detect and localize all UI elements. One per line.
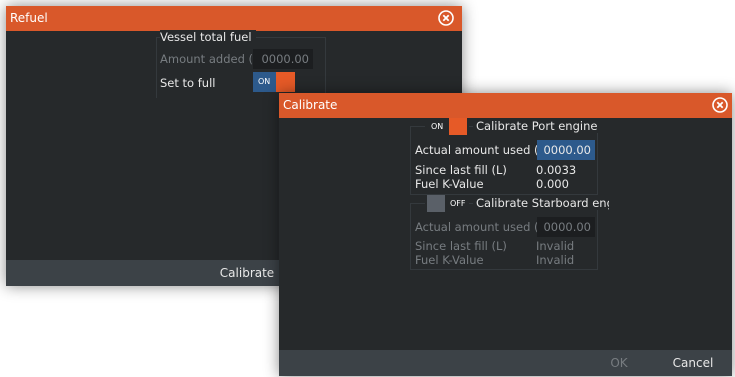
vessel-total-fuel-label: Vessel total fuel [160,30,256,44]
port-since-label: Since last fill (L) [415,163,507,177]
refuel-title: Refuel [10,11,48,25]
calibrate-title-bar: Calibrate [279,93,732,118]
amount-added-label: Amount added (L) [160,52,264,66]
set-to-full-toggle-state: ON [258,77,271,86]
calibrate-title: Calibrate [283,98,338,112]
close-icon[interactable] [438,10,454,26]
set-to-full-toggle-knob [276,72,295,92]
amount-added-field[interactable]: 0000.00 [253,49,313,69]
port-engine-label: Calibrate Port engine [473,119,601,133]
port-k-label: Fuel K-Value [415,177,484,191]
cancel-button[interactable]: Cancel [657,350,729,376]
starboard-k-value: Invalid [536,253,575,267]
calibrate-footer: OK Cancel [279,350,732,376]
port-actual-field[interactable]: 0000.00 [537,140,595,160]
port-actual-label: Actual amount used (L) [415,143,550,157]
starboard-toggle-knob [427,195,445,212]
starboard-since-label: Since last fill (L) [415,239,507,253]
starboard-actual-label: Actual amount used (L) [415,220,550,234]
ok-button[interactable]: OK [589,350,649,376]
set-to-full-label: Set to full [160,76,216,90]
port-toggle-knob [449,118,467,135]
starboard-engine-label: Calibrate Starboard engine [473,196,609,210]
refuel-title-bar: Refuel [6,6,462,31]
set-to-full-toggle[interactable]: ON [253,72,295,92]
starboard-k-label: Fuel K-Value [415,253,484,267]
starboard-actual-field[interactable]: 0000.00 [537,217,595,237]
close-icon[interactable] [712,97,728,113]
starboard-toggle-state: OFF [450,199,466,208]
calibrate-dialog: Calibrate ON Calibrate Port engine Actua… [279,93,732,376]
starboard-engine-toggle[interactable]: OFF [425,195,469,212]
port-since-value: 0.0033 [536,163,577,177]
port-engine-toggle[interactable]: ON [425,118,469,135]
starboard-since-value: Invalid [536,239,575,253]
port-toggle-state: ON [431,122,444,131]
port-k-value: 0.000 [536,177,569,191]
